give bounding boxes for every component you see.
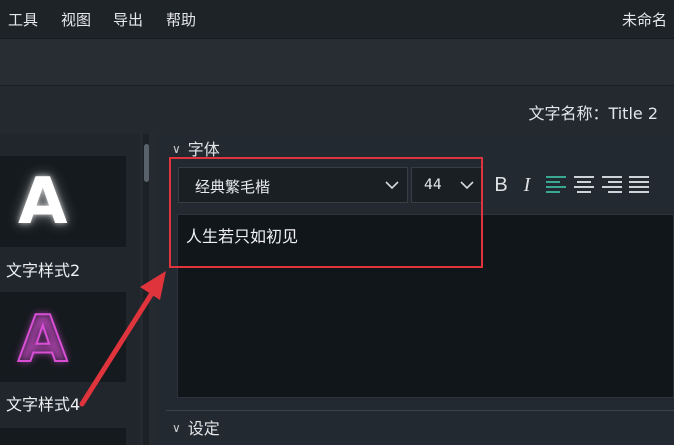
section-divider bbox=[166, 410, 674, 411]
align-justify-icon[interactable] bbox=[629, 176, 649, 194]
menu-help[interactable]: 帮助 bbox=[166, 9, 196, 30]
style-preview-white-a: A bbox=[18, 165, 68, 239]
menu-export[interactable]: 导出 bbox=[113, 9, 143, 30]
align-left-icon[interactable] bbox=[546, 176, 566, 194]
text-name-label: 文字名称：Title 2 bbox=[528, 104, 658, 123]
menu-tools[interactable]: 工具 bbox=[8, 9, 38, 30]
document-title: 未命名 bbox=[622, 11, 668, 29]
annotation-highlight-box bbox=[169, 157, 483, 268]
align-right-icon[interactable] bbox=[602, 176, 622, 194]
style-thumbnail-next[interactable] bbox=[0, 428, 126, 445]
bold-button[interactable]: B bbox=[492, 172, 510, 198]
chevron-down-icon: ∨ bbox=[172, 142, 181, 156]
menu-view[interactable]: 视图 bbox=[61, 9, 91, 30]
style-label-2: 文字样式2 bbox=[6, 261, 81, 280]
style-label-4: 文字样式4 bbox=[6, 395, 81, 414]
toolbar bbox=[0, 39, 674, 86]
style-preview-pink-a: A bbox=[17, 302, 69, 378]
settings-section-title: 设定 bbox=[187, 419, 220, 438]
menu-bar: 工具 视图 导出 帮助 未命名 bbox=[0, 0, 674, 39]
align-center-icon[interactable] bbox=[574, 176, 594, 194]
scrollbar-thumb[interactable] bbox=[144, 144, 149, 182]
chevron-down-icon: ∨ bbox=[172, 421, 181, 435]
italic-button[interactable]: I bbox=[519, 172, 535, 198]
settings-section-header[interactable]: ∨ 设定 bbox=[172, 415, 220, 439]
